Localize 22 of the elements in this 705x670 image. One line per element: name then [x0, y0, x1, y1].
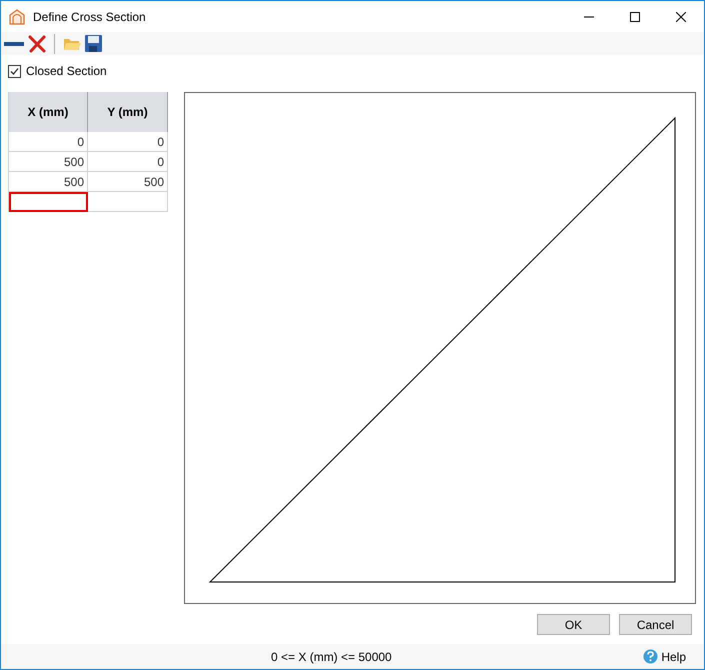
table-cell[interactable]: 500 [9, 172, 88, 192]
table-cell[interactable]: 500 [88, 172, 168, 192]
help-link[interactable]: Help [643, 648, 686, 666]
table-cell[interactable]: 0 [88, 152, 168, 172]
dialog-button[interactable]: Cancel [619, 614, 692, 635]
maximize-icon[interactable] [630, 12, 640, 22]
new-row-cell[interactable] [9, 192, 88, 212]
save-icon[interactable] [85, 35, 102, 52]
help-icon [643, 649, 658, 664]
column-header[interactable]: Y (mm) [88, 92, 168, 132]
table-cell[interactable]: 500 [9, 152, 88, 172]
checkbox[interactable] [8, 64, 21, 78]
column-header[interactable]: X (mm) [9, 92, 88, 132]
delete-icon[interactable] [28, 34, 46, 52]
status-hint: 0 <= X (mm) <= 50000 [271, 648, 392, 666]
house-icon [9, 8, 25, 24]
table-cell[interactable]: 0 [88, 132, 168, 152]
checkbox-label: Closed Section [26, 63, 107, 80]
window-title: Define Cross Section [33, 8, 146, 26]
close-icon[interactable] [676, 12, 686, 22]
table-cell[interactable]: 0 [9, 132, 88, 152]
dialog-button[interactable]: OK [537, 614, 610, 635]
